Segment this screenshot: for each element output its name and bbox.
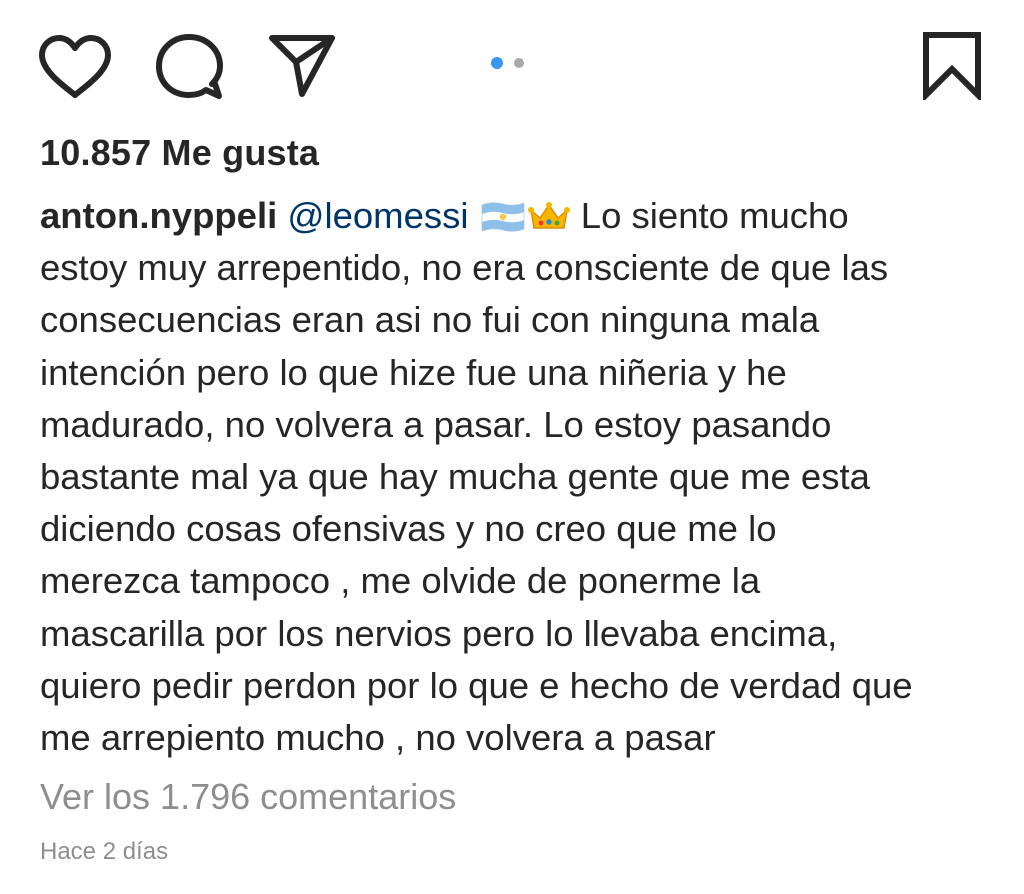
caption-text: me arrepiento mucho , no volvera a pasar bbox=[40, 717, 716, 759]
caption-text: mascarilla por los nervios pero lo lleva… bbox=[40, 612, 838, 654]
carousel-dot-active bbox=[491, 57, 503, 69]
caption-text: estoy muy arrepentido, no era consciente… bbox=[40, 247, 889, 289]
caption-text: madurado, no volvera a pasar. Lo estoy p… bbox=[40, 403, 832, 445]
comment-bubble-icon[interactable] bbox=[154, 32, 224, 102]
caption-text: quiero pedir perdon por lo que e hecho d… bbox=[40, 664, 913, 706]
caption-mention[interactable]: @leomessi bbox=[287, 195, 468, 236]
caption-text: merezca tampoco , me olvide de ponerme l… bbox=[40, 560, 761, 602]
caption-text: Lo siento mucho bbox=[580, 195, 849, 236]
post-action-bar bbox=[0, 0, 1024, 130]
heart-icon[interactable] bbox=[38, 34, 112, 100]
caption-text: intención pero lo que hize fue una niñer… bbox=[40, 351, 787, 393]
caption-text: diciendo cosas ofensivas y no creo que m… bbox=[40, 508, 777, 550]
likes-count[interactable]: 10.857 Me gusta bbox=[40, 132, 319, 174]
view-comments-link[interactable]: Ver los 1.796 comentarios bbox=[40, 776, 456, 818]
post-timestamp: Hace 2 días bbox=[40, 838, 169, 865]
carousel-indicator bbox=[491, 57, 535, 69]
crown-emoji-icon bbox=[527, 200, 571, 234]
caption-text: consecuencias eran asi no fui con ningun… bbox=[40, 299, 820, 341]
caption-text: bastante mal ya que hay mucha gente que … bbox=[40, 456, 870, 498]
carousel-dot bbox=[514, 58, 524, 68]
post-caption: anton.nyppeli @leomessi Lo siento mucho e… bbox=[40, 190, 990, 764]
caption-username[interactable]: anton.nyppeli bbox=[40, 195, 277, 236]
paper-plane-icon[interactable] bbox=[268, 32, 336, 98]
argentina-flag-emoji-icon bbox=[479, 200, 527, 234]
bookmark-icon[interactable] bbox=[921, 30, 983, 100]
